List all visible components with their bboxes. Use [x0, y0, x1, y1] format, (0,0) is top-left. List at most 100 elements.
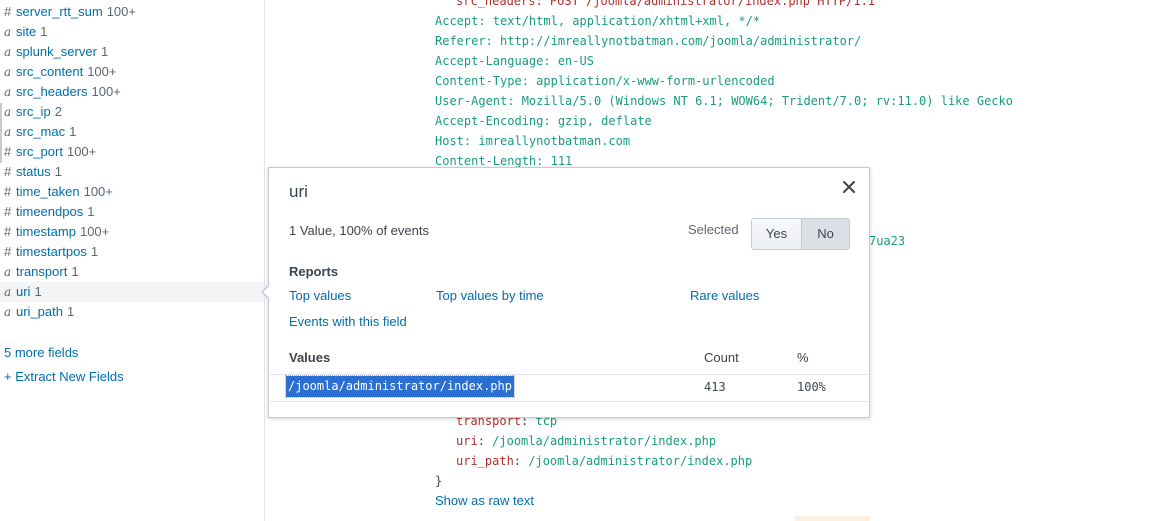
- field-name[interactable]: timeendpos: [16, 204, 83, 219]
- field-item[interactable]: a src_ip 2: [0, 102, 264, 122]
- field-count: 1: [71, 264, 79, 279]
- close-icon: [843, 181, 855, 193]
- field-item[interactable]: # timeendpos 1: [0, 202, 264, 222]
- string-type-icon: a: [4, 45, 12, 59]
- field-item[interactable]: a uri_path 1: [0, 302, 264, 322]
- reports-heading: Reports: [289, 264, 339, 279]
- field-count: 1: [34, 284, 42, 299]
- field-name[interactable]: timestartpos: [16, 244, 87, 259]
- event-field-value[interactable]: /joomla/administrator/index.php: [492, 434, 716, 448]
- field-count: 100+: [83, 184, 113, 199]
- field-name[interactable]: time_taken: [16, 184, 80, 199]
- closing-brace: }: [435, 474, 443, 488]
- string-type-icon: a: [4, 305, 12, 319]
- table-divider: [269, 374, 869, 375]
- field-item[interactable]: a src_content 100+: [0, 62, 264, 82]
- string-type-icon: a: [4, 105, 12, 119]
- number-type-icon: #: [4, 144, 12, 159]
- field-count: 100+: [91, 84, 121, 99]
- field-name[interactable]: splunk_server: [16, 44, 97, 59]
- field-count: 100+: [79, 224, 110, 239]
- field-item[interactable]: # timestamp 100+: [0, 222, 264, 242]
- number-type-icon: #: [4, 224, 12, 239]
- count-cell: 413: [704, 380, 726, 394]
- field-name[interactable]: transport: [16, 264, 67, 279]
- field-name[interactable]: site: [16, 24, 36, 39]
- table-divider: [269, 401, 869, 402]
- more-fields-link[interactable]: 5 more fields: [4, 343, 78, 363]
- field-item[interactable]: a src_headers 100+: [0, 82, 264, 102]
- field-item[interactable]: # time_taken 100+: [0, 182, 264, 202]
- field-count: 1: [90, 244, 99, 259]
- count-column-header: Count: [704, 350, 739, 365]
- string-type-icon: a: [4, 265, 12, 279]
- header-line: User-Agent: Mozilla/5.0 (Windows NT 6.1;…: [435, 94, 1013, 108]
- event-field-row: uri: /joomla/administrator/index.php: [456, 431, 716, 451]
- field-name[interactable]: server_rtt_sum: [16, 4, 103, 19]
- string-type-icon: a: [4, 125, 12, 139]
- event-field-key[interactable]: uri: [456, 434, 478, 448]
- string-type-icon: a: [4, 25, 12, 39]
- show-raw-text-link[interactable]: Show as raw text: [435, 491, 534, 511]
- field-count: 100+: [106, 4, 136, 19]
- value-summary: 1 Value, 100% of events: [289, 223, 429, 238]
- field-item[interactable]: a transport 1: [0, 262, 264, 282]
- close-button[interactable]: [841, 177, 857, 197]
- field-item[interactable]: a splunk_server 1: [0, 42, 264, 62]
- event-field-key[interactable]: uri_path: [456, 454, 514, 468]
- number-type-icon: #: [4, 184, 12, 199]
- header-line: Host: imreallynotbatman.com: [435, 134, 631, 148]
- selected-yes-button[interactable]: Yes: [751, 218, 802, 250]
- field-count: 100+: [87, 64, 117, 79]
- header-line: Referer: http://imreallynotbatman.com/jo…: [435, 34, 862, 48]
- field-item[interactable]: a site 1: [0, 22, 264, 42]
- top-values-by-time-link[interactable]: Top values by time: [436, 286, 544, 306]
- extract-new-fields-link[interactable]: + Extract New Fields: [4, 367, 124, 387]
- kv-separator: :: [513, 454, 529, 468]
- number-type-icon: #: [4, 164, 12, 179]
- field-item[interactable]: # src_port 100+: [0, 142, 264, 162]
- field-name[interactable]: src_ip: [16, 104, 51, 119]
- bottom-stub: [795, 516, 870, 521]
- field-item[interactable]: # timestartpos 1: [0, 242, 264, 262]
- string-type-icon: a: [4, 85, 12, 99]
- selected-no-button[interactable]: No: [801, 218, 850, 250]
- number-type-icon: #: [4, 204, 12, 219]
- values-column-header: Values: [289, 350, 331, 365]
- value-cell[interactable]: /joomla/administrator/index.php: [285, 375, 515, 398]
- field-name[interactable]: src_content: [16, 64, 83, 79]
- field-name[interactable]: timestamp: [16, 224, 76, 239]
- field-count: 1: [69, 124, 77, 139]
- field-count: 100+: [66, 144, 97, 159]
- field-count: 1: [40, 24, 48, 39]
- string-type-icon: a: [4, 65, 12, 79]
- field-name[interactable]: uri: [16, 284, 30, 299]
- number-type-icon: #: [4, 4, 12, 19]
- header-line: Accept: text/html, application/xhtml+xml…: [435, 14, 761, 28]
- field-name[interactable]: src_port: [16, 144, 63, 159]
- field-item[interactable]: a src_mac 1: [0, 122, 264, 142]
- string-type-icon: a: [4, 285, 12, 299]
- field-name[interactable]: status: [16, 164, 51, 179]
- popover-arrow-inner: [263, 285, 270, 299]
- field-count: 1: [100, 44, 109, 59]
- partial-event-text: 7ua23: [869, 234, 906, 248]
- number-type-icon: #: [4, 244, 12, 259]
- kv-separator: :: [477, 434, 493, 448]
- field-name[interactable]: src_headers: [16, 84, 88, 99]
- field-item[interactable]: a uri 1: [0, 282, 264, 302]
- field-item[interactable]: # status 1: [0, 162, 264, 182]
- top-values-link[interactable]: Top values: [289, 286, 351, 306]
- fields-sidebar: # server_rtt_sum 100+ a site 1 a splunk_server 1…: [0, 0, 265, 521]
- event-field-row: uri_path: /joomla/administrator/index.ph…: [456, 451, 752, 471]
- field-count: 1: [66, 304, 75, 319]
- field-name[interactable]: src_mac: [16, 124, 65, 139]
- events-with-field-link[interactable]: Events with this field: [289, 312, 407, 332]
- field-item[interactable]: # server_rtt_sum 100+: [0, 2, 264, 22]
- header-line: Content-Type: application/x-www-form-url…: [435, 74, 775, 88]
- event-field-value[interactable]: /joomla/administrator/index.php: [528, 454, 752, 468]
- percent-column-header: %: [797, 350, 809, 365]
- field-name[interactable]: uri_path: [16, 304, 63, 319]
- field-popover: uri 1 Value, 100% of events Selected Yes…: [268, 167, 870, 418]
- rare-values-link[interactable]: Rare values: [690, 286, 759, 306]
